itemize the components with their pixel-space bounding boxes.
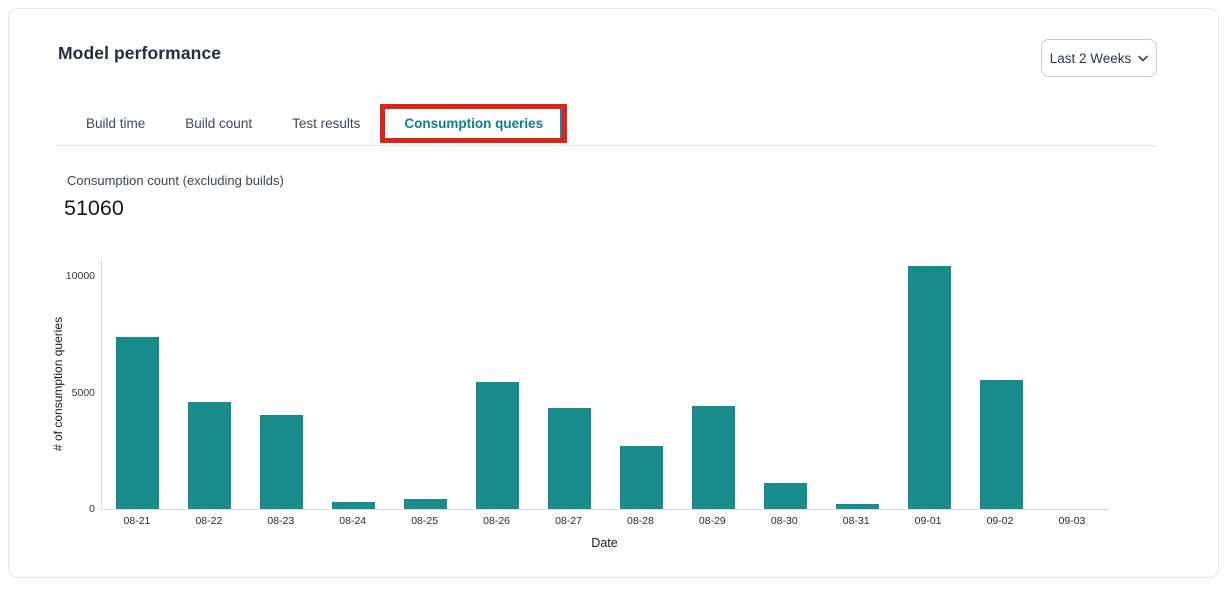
x-tick-label: 08-30	[748, 515, 820, 527]
metric-label: Consumption count (excluding builds)	[67, 173, 284, 188]
bar-08-29[interactable]	[692, 406, 735, 509]
y-tick-label: 5000	[72, 386, 95, 400]
bar-08-24[interactable]	[332, 502, 375, 509]
x-axis-ticks: 08-2108-2208-2308-2408-2508-2608-2708-28…	[101, 515, 1108, 527]
bar-slot-08-22	[174, 259, 246, 509]
tab-build-count[interactable]: Build count	[165, 104, 272, 143]
bar-slot-09-02	[965, 259, 1037, 509]
x-tick-label: 08-28	[604, 515, 676, 527]
y-tick-label: 0	[89, 502, 95, 516]
bar-08-27[interactable]	[548, 408, 591, 509]
bar-08-21[interactable]	[116, 337, 159, 509]
bar-slot-09-03	[1037, 259, 1109, 509]
bar-08-30[interactable]	[764, 483, 807, 509]
consumption-queries-chart	[101, 259, 1109, 510]
bar-slot-09-01	[893, 259, 965, 509]
tab-label: Build time	[86, 116, 145, 131]
bar-slot-08-21	[102, 259, 174, 509]
bar-08-31[interactable]	[836, 504, 879, 509]
tab-label: Test results	[292, 116, 360, 131]
y-axis-ticks: 0500010000	[49, 259, 95, 509]
tab-bar: Build time Build count Test results Cons…	[66, 104, 567, 143]
tab-test-results[interactable]: Test results	[272, 104, 380, 143]
tab-label: Build count	[185, 116, 252, 131]
x-tick-label: 08-31	[820, 515, 892, 527]
bar-08-23[interactable]	[260, 415, 303, 509]
y-tick-label: 10000	[66, 269, 95, 283]
bar-09-02[interactable]	[980, 380, 1023, 509]
bar-slot-08-31	[821, 259, 893, 509]
bar-slot-08-27	[534, 259, 606, 509]
bar-slot-08-24	[318, 259, 390, 509]
x-tick-label: 09-03	[1036, 515, 1108, 527]
tabs-divider	[57, 145, 1156, 146]
x-tick-label: 08-29	[676, 515, 748, 527]
bar-slot-08-26	[462, 259, 534, 509]
x-tick-label: 09-02	[964, 515, 1036, 527]
bar-slot-08-30	[749, 259, 821, 509]
x-tick-label: 08-25	[389, 515, 461, 527]
tab-build-time[interactable]: Build time	[66, 104, 165, 143]
x-tick-label: 08-23	[245, 515, 317, 527]
tab-consumption-queries[interactable]: Consumption queries	[380, 104, 567, 143]
bar-08-26[interactable]	[476, 382, 519, 509]
bar-08-28[interactable]	[620, 446, 663, 509]
x-tick-label: 08-27	[533, 515, 605, 527]
x-tick-label: 08-22	[173, 515, 245, 527]
x-tick-label: 09-01	[892, 515, 964, 527]
bar-08-22[interactable]	[188, 402, 231, 509]
metric-value: 51060	[64, 196, 124, 221]
tab-label: Consumption queries	[404, 116, 543, 131]
bar-08-25[interactable]	[404, 499, 447, 509]
x-axis-label: Date	[101, 536, 1108, 550]
bar-09-01[interactable]	[908, 266, 951, 509]
bar-slot-08-28	[605, 259, 677, 509]
page-title: Model performance	[58, 43, 221, 64]
bar-slot-08-23	[246, 259, 318, 509]
bar-slot-08-29	[677, 259, 749, 509]
x-tick-label: 08-24	[317, 515, 389, 527]
chevron-down-icon	[1138, 55, 1148, 62]
date-range-dropdown[interactable]: Last 2 Weeks	[1041, 39, 1157, 77]
x-tick-label: 08-21	[101, 515, 173, 527]
bar-slot-08-25	[390, 259, 462, 509]
x-tick-label: 08-26	[461, 515, 533, 527]
model-performance-card: Model performance Last 2 Weeks Build tim…	[8, 8, 1219, 578]
date-range-value: Last 2 Weeks	[1050, 51, 1132, 66]
